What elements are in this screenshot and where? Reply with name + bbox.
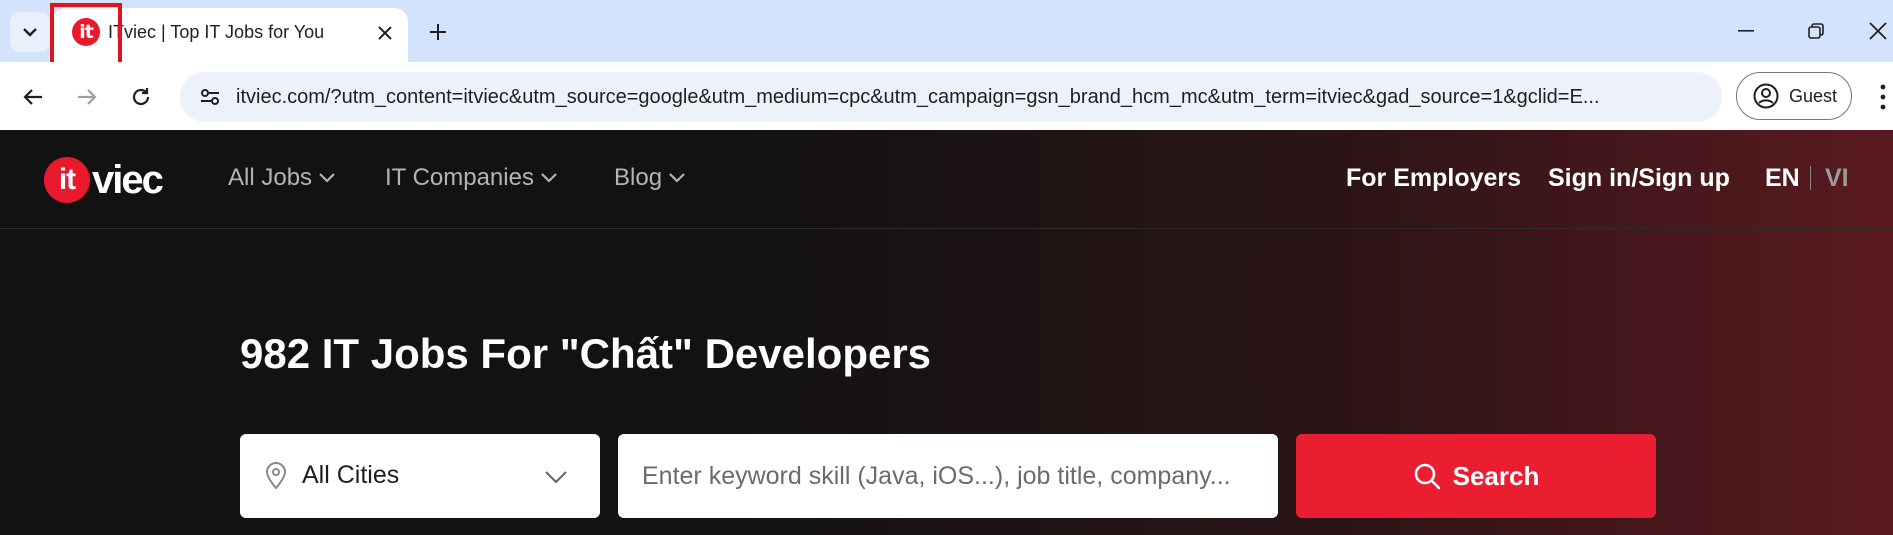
lang-vi-link[interactable]: VI [1825, 164, 1849, 193]
page-content: it viec All Jobs IT Companies Blog For E… [0, 130, 1893, 535]
arrow-left-icon [23, 89, 42, 105]
minimize-button[interactable] [1726, 12, 1766, 50]
url-text: itviec.com/?utm_content=itviec&utm_sourc… [236, 86, 1600, 108]
page-headline: 982 IT Jobs For "Chất" Developers [240, 330, 932, 377]
profile-label: Guest [1789, 85, 1838, 106]
reload-icon [132, 88, 150, 106]
minimize-icon [1738, 30, 1754, 32]
restore-icon [1808, 23, 1824, 39]
site-navbar: it viec All Jobs IT Companies Blog For E… [0, 130, 1893, 229]
nav-all-jobs[interactable]: All Jobs [228, 164, 336, 192]
nav-blog-label: Blog [614, 164, 663, 191]
tune-icon [201, 89, 219, 105]
profile-button[interactable]: Guest [1736, 72, 1852, 120]
account-circle-icon [1753, 83, 1779, 109]
city-select[interactable]: All Cities [240, 434, 600, 518]
logo-viec-text: viec [92, 157, 164, 202]
close-icon [1868, 22, 1887, 40]
close-window-button[interactable] [1862, 12, 1893, 50]
restore-button[interactable] [1796, 12, 1836, 50]
nav-all-jobs-label: All Jobs [228, 164, 313, 191]
logo-it-badge: it [44, 157, 90, 203]
more-vert-icon[interactable] [1876, 82, 1890, 112]
tab-close-button[interactable] [370, 18, 400, 48]
for-employers-link[interactable]: For Employers [1346, 164, 1521, 193]
itviec-logo[interactable]: it viec [44, 156, 164, 204]
highlight-annotation-box [50, 3, 122, 69]
chevron-down-icon [545, 471, 567, 484]
plus-icon [430, 24, 446, 40]
nav-it-companies-label: IT Companies [385, 164, 534, 191]
reload-button[interactable] [122, 78, 160, 116]
search-icon [1414, 463, 1440, 490]
search-button-label: Search [1452, 460, 1540, 491]
tab-title: ITviec | Top IT Jobs for You [108, 22, 325, 42]
forward-button[interactable] [68, 78, 106, 116]
chevron-down-icon [23, 28, 37, 37]
back-button[interactable] [14, 78, 52, 116]
sign-in-link[interactable]: Sign in/Sign up [1548, 164, 1730, 193]
tab-search-button[interactable] [10, 12, 50, 52]
close-icon [378, 26, 392, 40]
keyword-search-input[interactable] [618, 434, 1278, 518]
site-info-button[interactable] [194, 81, 226, 113]
chevron-down-icon [541, 173, 557, 183]
address-bar[interactable]: itviec.com/?utm_content=itviec&utm_sourc… [180, 72, 1722, 122]
nav-it-companies[interactable]: IT Companies [385, 164, 558, 192]
nav-blog[interactable]: Blog [614, 164, 686, 192]
lang-divider [1810, 166, 1811, 190]
chevron-down-icon [319, 173, 335, 183]
chevron-down-icon [669, 173, 685, 183]
search-button[interactable]: Search [1296, 434, 1656, 518]
browser-tabstrip: it ITviec | Top IT Jobs for You [0, 0, 1893, 69]
arrow-right-icon [78, 89, 97, 105]
lang-en-link[interactable]: EN [1765, 164, 1800, 193]
location-pin-icon [265, 462, 287, 490]
city-select-value: All Cities [302, 461, 400, 489]
browser-toolbar: itviec.com/?utm_content=itviec&utm_sourc… [0, 62, 1893, 130]
new-tab-button[interactable] [420, 14, 456, 50]
